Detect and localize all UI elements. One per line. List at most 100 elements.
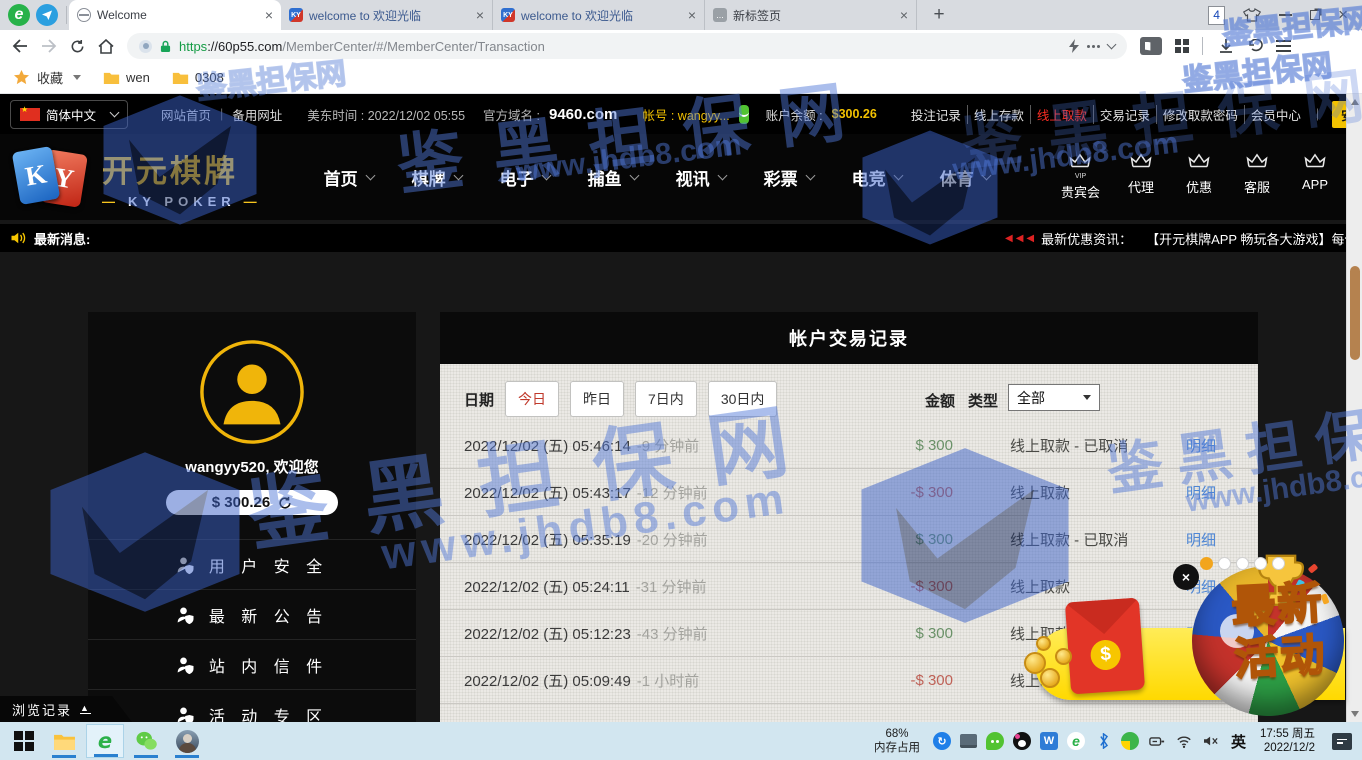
nav-item[interactable]: 电子 bbox=[500, 165, 550, 190]
quick-link[interactable]: APP bbox=[1298, 153, 1332, 201]
apps-grid-icon[interactable] bbox=[1175, 39, 1189, 53]
back-icon[interactable] bbox=[12, 39, 28, 53]
browser-logo-icon[interactable]: e bbox=[8, 4, 30, 26]
topbar-link[interactable]: 线上存款 bbox=[967, 105, 1030, 124]
forward-icon[interactable] bbox=[41, 39, 57, 53]
network-icon[interactable] bbox=[1175, 732, 1193, 750]
browser-tab[interactable]: welcome to 欢迎光临 × bbox=[281, 0, 493, 30]
tab-close-icon[interactable]: × bbox=[900, 8, 908, 22]
type-select[interactable]: 全部 bbox=[1008, 384, 1100, 411]
ie-icon[interactable]: e bbox=[1067, 732, 1085, 750]
browser-tab[interactable]: Welcome × bbox=[69, 0, 281, 30]
message-icon[interactable] bbox=[739, 105, 749, 124]
telegram-icon[interactable] bbox=[36, 4, 58, 26]
word-icon[interactable]: W bbox=[1040, 732, 1058, 750]
taskbar-browser[interactable]: e bbox=[86, 724, 124, 758]
history-undo-icon[interactable] bbox=[1247, 39, 1263, 53]
chevron-down-icon[interactable] bbox=[1107, 40, 1117, 50]
carousel-dot[interactable] bbox=[1218, 557, 1231, 570]
carousel-dot[interactable] bbox=[1254, 557, 1267, 570]
nav-item[interactable]: 彩票 bbox=[764, 165, 814, 190]
backup-url-link[interactable]: 备用网址 bbox=[232, 105, 282, 124]
window-restore-button[interactable] bbox=[1310, 10, 1320, 20]
bookmarks-caret-icon[interactable] bbox=[73, 75, 81, 80]
qq-icon[interactable] bbox=[1013, 732, 1031, 750]
language-selector[interactable]: 简体中文 bbox=[10, 100, 128, 129]
action-center-icon[interactable] bbox=[1332, 733, 1352, 750]
download-icon[interactable] bbox=[1218, 38, 1234, 54]
volume-muted-icon[interactable] bbox=[1202, 732, 1220, 750]
topbar-link[interactable]: 修改取款密码 bbox=[1156, 105, 1244, 124]
home-link[interactable]: 网站首页 bbox=[161, 105, 211, 124]
360-update-icon[interactable]: ↻ bbox=[933, 732, 951, 750]
date-filter-button[interactable]: 7日内 bbox=[635, 381, 697, 417]
sidebar-menu-item[interactable]: 活 动 专 区 bbox=[88, 689, 416, 722]
memory-widget[interactable]: 68%内存占用 bbox=[874, 727, 920, 756]
ky-logo-icon[interactable]: K Y bbox=[14, 145, 88, 209]
row-detail-link[interactable]: 明细 bbox=[1186, 529, 1216, 550]
sidebar-menu-item[interactable]: 站 内 信 件 bbox=[88, 639, 416, 689]
site-permission-icon[interactable] bbox=[139, 40, 152, 53]
scroll-down-icon[interactable] bbox=[1351, 711, 1359, 717]
home-icon[interactable] bbox=[98, 39, 114, 54]
address-bar[interactable]: https://60p55.com/MemberCenter/#/MemberC… bbox=[127, 33, 1127, 59]
menu-icon[interactable] bbox=[1276, 40, 1291, 52]
refresh-balance-icon[interactable] bbox=[278, 496, 292, 510]
quick-link[interactable]: 客服 bbox=[1240, 153, 1274, 201]
promo-close-icon[interactable]: × bbox=[1173, 564, 1199, 590]
quick-link[interactable]: VIP 贵宾会 bbox=[1061, 153, 1100, 201]
scrollbar-thumb[interactable] bbox=[1350, 266, 1360, 360]
nav-item[interactable]: 首页 bbox=[324, 165, 374, 190]
topbar-link[interactable]: 线上取款 bbox=[1030, 105, 1093, 124]
taskbar-clock[interactable]: 17:55 周五2022/12/2 bbox=[1260, 727, 1315, 756]
start-button[interactable] bbox=[6, 724, 42, 758]
tab-close-icon[interactable]: × bbox=[688, 8, 696, 22]
carousel-dot[interactable] bbox=[1272, 557, 1285, 570]
topbar-link[interactable]: 交易记录 bbox=[1093, 105, 1156, 124]
window-close-button[interactable]: × bbox=[1338, 7, 1348, 23]
360-shield-icon[interactable] bbox=[1121, 732, 1139, 750]
reading-mode-icon[interactable] bbox=[1140, 37, 1162, 55]
scroll-up-icon[interactable] bbox=[1351, 99, 1359, 105]
carousel-dot[interactable] bbox=[1236, 557, 1249, 570]
browser-tab[interactable]: welcome to 欢迎光临 × bbox=[493, 0, 705, 30]
nav-item[interactable]: 视讯 bbox=[676, 165, 726, 190]
more-icon[interactable] bbox=[1087, 45, 1100, 48]
tab-close-icon[interactable]: × bbox=[265, 8, 273, 22]
bluetooth-icon[interactable] bbox=[1094, 732, 1112, 750]
taskbar-user-app[interactable] bbox=[168, 724, 206, 758]
row-detail-link[interactable]: 明细 bbox=[1186, 435, 1216, 456]
nav-item[interactable]: 棋牌 bbox=[412, 165, 462, 190]
browse-history-tab[interactable]: 浏览记录 ▲ bbox=[0, 696, 132, 722]
bookmark-folder[interactable]: wen bbox=[103, 70, 150, 85]
display-icon[interactable] bbox=[960, 734, 977, 748]
date-filter-button[interactable]: 昨日 bbox=[570, 381, 624, 417]
power-icon[interactable] bbox=[1148, 732, 1166, 750]
sidebar-menu-item[interactable]: 用 户 安 全 bbox=[88, 539, 416, 589]
date-filter-button[interactable]: 30日内 bbox=[708, 381, 778, 417]
window-minimize-button[interactable] bbox=[1279, 14, 1292, 16]
taskbar-wechat[interactable] bbox=[127, 724, 165, 758]
reload-icon[interactable] bbox=[70, 39, 85, 54]
nav-item[interactable]: 捕鱼 bbox=[588, 165, 638, 190]
nav-item[interactable]: 体育 bbox=[940, 165, 990, 190]
wechat-icon[interactable] bbox=[986, 732, 1004, 750]
carousel-dot[interactable] bbox=[1200, 557, 1213, 570]
row-detail-link[interactable]: 明细 bbox=[1186, 482, 1216, 503]
promo-title[interactable]: 最新活动 bbox=[1201, 576, 1356, 688]
sidebar-menu-item[interactable]: 最 新 公 告 bbox=[88, 589, 416, 639]
browser-tab[interactable]: 新标签页 × bbox=[705, 0, 917, 30]
topbar-link[interactable]: 投注记录 bbox=[905, 105, 967, 124]
bookmark-folder[interactable]: 0308 bbox=[172, 70, 224, 85]
quick-link[interactable]: 代理 bbox=[1124, 153, 1158, 201]
new-tab-button[interactable]: + bbox=[927, 4, 951, 26]
bookmarks-label[interactable]: 收藏 bbox=[37, 68, 63, 87]
taskbar-file-explorer[interactable] bbox=[45, 724, 83, 758]
nav-item[interactable]: 电竞 bbox=[852, 165, 902, 190]
theme-shirt-icon[interactable] bbox=[1243, 7, 1261, 23]
topbar-link[interactable]: 会员中心 bbox=[1244, 105, 1307, 124]
lightning-icon[interactable] bbox=[1069, 39, 1079, 53]
tab-close-icon[interactable]: × bbox=[476, 8, 484, 22]
tab-count-badge[interactable]: 4 bbox=[1208, 6, 1225, 25]
quick-link[interactable]: 优惠 bbox=[1182, 153, 1216, 201]
